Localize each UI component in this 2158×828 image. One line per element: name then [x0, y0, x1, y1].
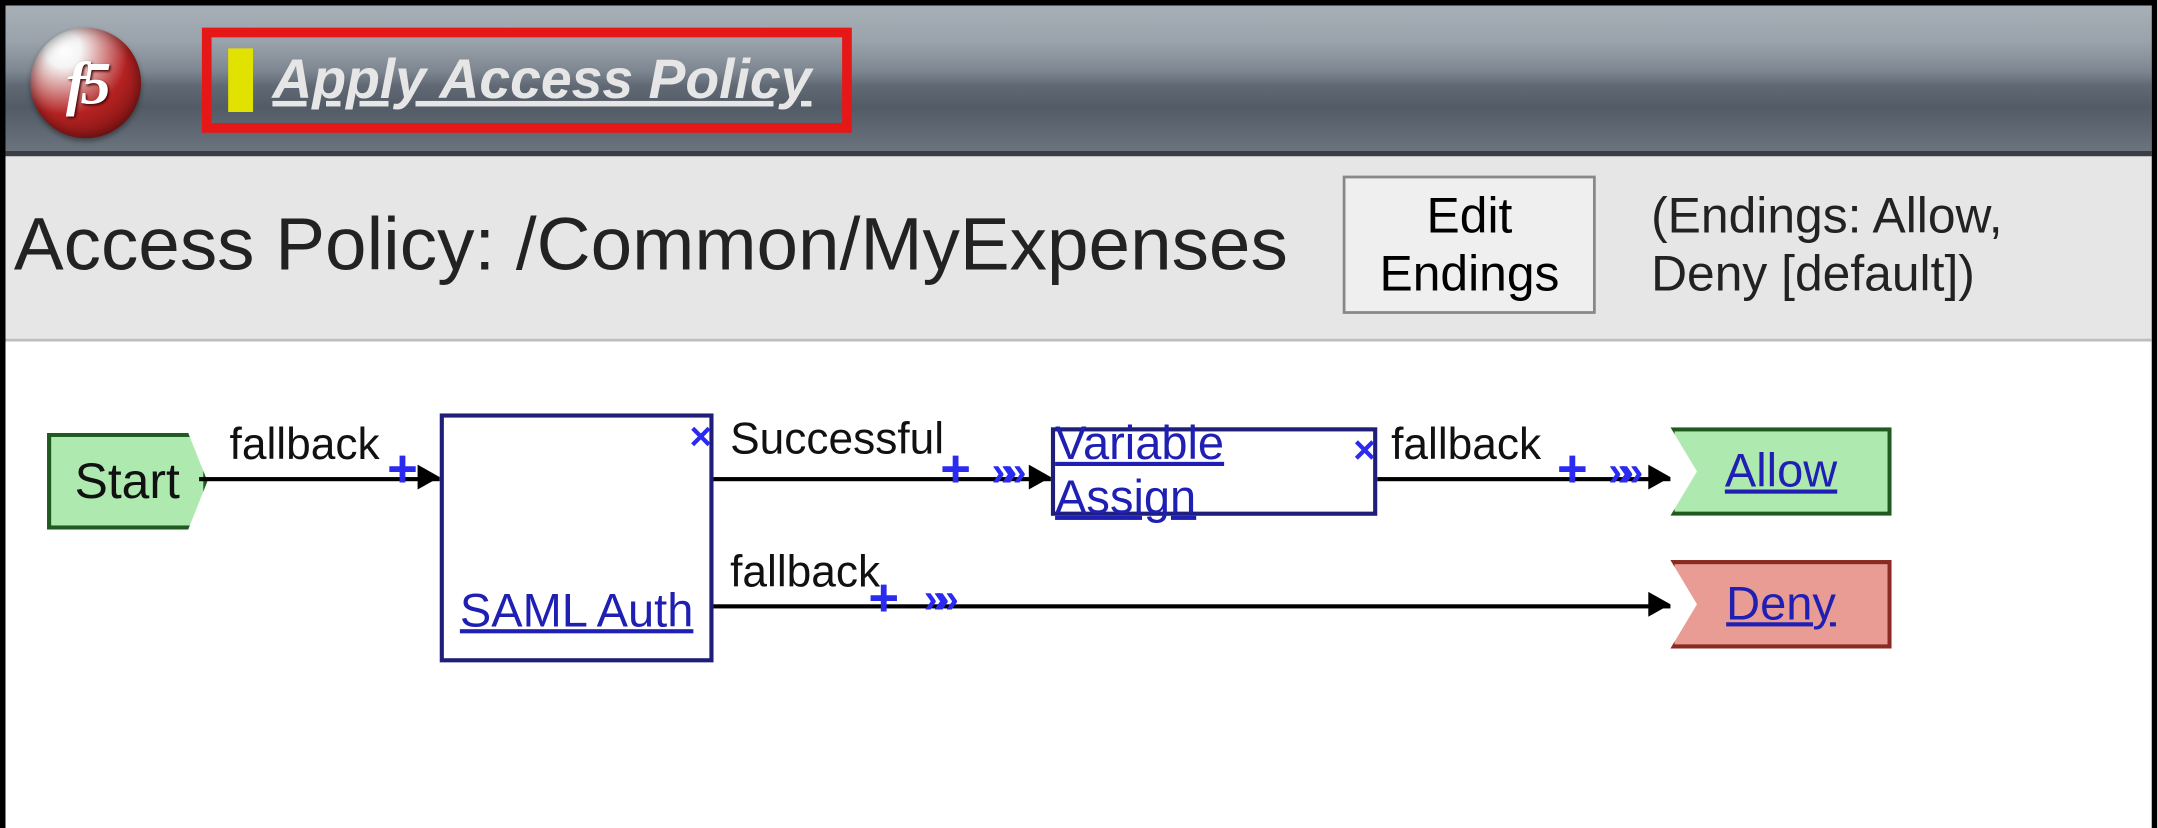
flow-node-variable-assign[interactable]: × Variable Assign	[1051, 427, 1377, 515]
page-title: Access Policy: /Common/MyExpenses	[14, 202, 1288, 288]
add-node-icon[interactable]: +	[1557, 441, 1588, 500]
close-icon[interactable]: ×	[1353, 429, 1376, 473]
f5-logo-icon: f5	[30, 28, 141, 139]
flow-start-node[interactable]: Start	[47, 433, 207, 530]
arrowhead-icon	[1648, 465, 1670, 490]
policy-subheader: Access Policy: /Common/MyExpenses Edit E…	[6, 156, 2152, 341]
swap-icon[interactable]: »»	[991, 449, 1015, 496]
flow-node-link[interactable]: Variable Assign	[1055, 418, 1373, 526]
swap-icon[interactable]: »»	[924, 577, 948, 624]
add-node-icon[interactable]: +	[940, 441, 971, 500]
policy-flow-canvas: Start fallback Successful fallback fallb…	[6, 342, 2152, 828]
flow-node-link[interactable]: SAML Auth	[460, 585, 693, 639]
swap-icon[interactable]: »»	[1608, 449, 1632, 496]
branch-label: Successful	[730, 413, 944, 464]
arrowhead-icon	[418, 465, 440, 490]
status-indicator-icon	[228, 48, 253, 112]
apply-access-policy-link[interactable]: Apply Access Policy	[272, 49, 811, 111]
flow-ending-allow[interactable]: Allow	[1670, 427, 1891, 515]
endings-note: (Endings: Allow, Deny [default])	[1651, 187, 2124, 303]
arrowhead-icon	[1029, 465, 1051, 490]
flow-ending-deny[interactable]: Deny	[1670, 560, 1891, 648]
close-icon[interactable]: ×	[690, 415, 713, 459]
add-node-icon[interactable]: +	[387, 441, 418, 500]
branch-label: fallback	[730, 546, 880, 597]
flow-node-saml-auth[interactable]: × SAML Auth	[440, 413, 714, 662]
branch-label: fallback	[230, 419, 380, 470]
arrowhead-icon	[1648, 592, 1670, 617]
branch-label: fallback	[1391, 419, 1541, 470]
edit-endings-button[interactable]: Edit Endings	[1343, 176, 1596, 314]
flow-connector	[705, 604, 1670, 608]
top-toolbar: f5 Apply Access Policy	[6, 6, 2152, 157]
apply-access-policy-highlight: Apply Access Policy	[202, 28, 852, 133]
add-node-icon[interactable]: +	[868, 570, 899, 629]
